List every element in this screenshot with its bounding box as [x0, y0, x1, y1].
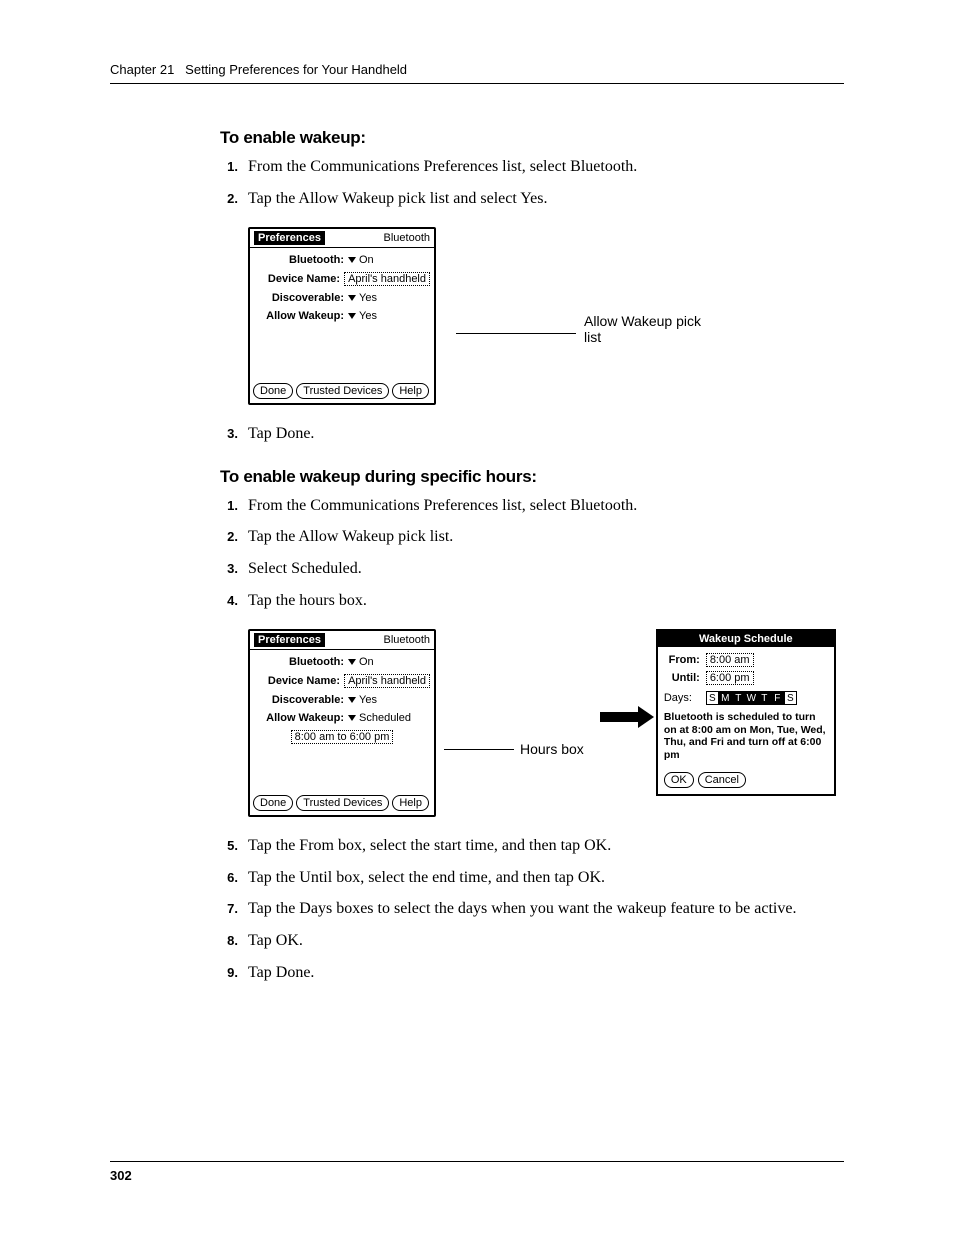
label-device-name: Device Name: — [254, 675, 340, 687]
step-text: From the Communications Preferences list… — [248, 495, 844, 517]
palm-title-tab: Preferences — [254, 231, 325, 245]
field-device-name[interactable]: April's handheld — [344, 674, 430, 688]
step-text: Tap the hours box. — [248, 590, 844, 612]
field-until-time[interactable]: 6:00 pm — [706, 671, 754, 685]
running-header: Chapter 21 Setting Preferences for Your … — [110, 62, 844, 84]
picklist-allow-wakeup[interactable]: Yes — [348, 310, 377, 322]
step-number: 2. — [220, 526, 238, 548]
day-toggle-mon[interactable]: M — [719, 691, 732, 705]
label-discoverable: Discoverable: — [254, 694, 344, 706]
cancel-button[interactable]: Cancel — [698, 772, 746, 788]
step-text: Tap the Allow Wakeup pick list and selec… — [248, 188, 844, 210]
label-from: From: — [664, 654, 700, 666]
step-number: 5. — [220, 835, 238, 857]
palm-screen-preferences-scheduled: Preferences Bluetooth Bluetooth: On Devic… — [248, 629, 436, 817]
help-button[interactable]: Help — [392, 383, 429, 399]
label-allow-wakeup: Allow Wakeup: — [254, 712, 344, 724]
palm-title-category[interactable]: Bluetooth — [384, 634, 430, 646]
step-number: 2. — [220, 188, 238, 210]
step-text: Tap Done. — [248, 423, 844, 445]
schedule-summary-text: Bluetooth is scheduled to turn on at 8:0… — [664, 711, 828, 761]
field-hours-box[interactable]: 8:00 am to 6:00 pm — [291, 730, 394, 744]
step-text: Tap the Allow Wakeup pick list. — [248, 526, 844, 548]
day-toggle-wed[interactable]: W — [745, 691, 758, 705]
days-selector: S M T W T F S — [706, 691, 797, 705]
done-button[interactable]: Done — [253, 383, 293, 399]
step-number: 4. — [220, 590, 238, 612]
day-toggle-fri[interactable]: F — [771, 691, 784, 705]
palm-title-tab: Preferences — [254, 633, 325, 647]
steps-list-1: 1. From the Communications Preferences li… — [220, 156, 844, 209]
label-bluetooth: Bluetooth: — [254, 254, 344, 266]
label-until: Until: — [664, 672, 700, 684]
label-days: Days: — [664, 692, 700, 704]
step-text: Tap Done. — [248, 962, 844, 984]
chevron-down-icon — [348, 659, 356, 665]
palm-screen-preferences: Preferences Bluetooth Bluetooth: On Devic… — [248, 227, 436, 405]
step-number: 9. — [220, 962, 238, 984]
section-heading-enable-wakeup: To enable wakeup: — [220, 128, 844, 148]
label-allow-wakeup: Allow Wakeup: — [254, 310, 344, 322]
steps-list-2b: 5. Tap the From box, select the start tim… — [220, 835, 844, 983]
chevron-down-icon — [348, 697, 356, 703]
step-number: 7. — [220, 898, 238, 920]
step-text: Tap OK. — [248, 930, 844, 952]
callout-allow-wakeup: Allow Wakeup pick list — [584, 313, 704, 345]
steps-list-2: 1. From the Communications Preferences li… — [220, 495, 844, 611]
chevron-down-icon — [348, 313, 356, 319]
figure-bluetooth-prefs-2: Preferences Bluetooth Bluetooth: On Devic… — [248, 629, 844, 817]
chapter-label: Chapter 21 — [110, 62, 174, 77]
done-button[interactable]: Done — [253, 795, 293, 811]
chapter-title: Setting Preferences for Your Handheld — [185, 62, 407, 77]
step-number: 6. — [220, 867, 238, 889]
day-toggle-thu[interactable]: T — [758, 691, 771, 705]
palm-title-category[interactable]: Bluetooth — [384, 232, 430, 244]
picklist-bluetooth[interactable]: On — [348, 254, 374, 266]
picklist-discoverable[interactable]: Yes — [348, 292, 377, 304]
ok-button[interactable]: OK — [664, 772, 694, 788]
callout-leader-line — [456, 333, 576, 334]
step-text: Tap the From box, select the start time,… — [248, 835, 844, 857]
day-toggle-sat[interactable]: S — [784, 691, 797, 705]
picklist-allow-wakeup[interactable]: Scheduled — [348, 712, 411, 724]
callout-leader-line — [444, 749, 514, 750]
chevron-down-icon — [348, 257, 356, 263]
arrow-icon — [592, 629, 648, 727]
step-text: Tap the Days boxes to select the days wh… — [248, 898, 844, 920]
trusted-devices-button[interactable]: Trusted Devices — [296, 383, 389, 399]
day-toggle-tue[interactable]: T — [732, 691, 745, 705]
field-from-time[interactable]: 8:00 am — [706, 653, 754, 667]
steps-list-1b: 3. Tap Done. — [220, 423, 844, 445]
step-number: 3. — [220, 558, 238, 580]
step-text: From the Communications Preferences list… — [248, 156, 844, 178]
dialog-title: Wakeup Schedule — [658, 631, 834, 647]
field-device-name[interactable]: April's handheld — [344, 272, 430, 286]
callout-hours-box: Hours box — [520, 741, 584, 757]
chevron-down-icon — [348, 715, 356, 721]
picklist-bluetooth[interactable]: On — [348, 656, 374, 668]
step-number: 1. — [220, 156, 238, 178]
label-bluetooth: Bluetooth: — [254, 656, 344, 668]
day-toggle-sun[interactable]: S — [706, 691, 719, 705]
chevron-down-icon — [348, 295, 356, 301]
trusted-devices-button[interactable]: Trusted Devices — [296, 795, 389, 811]
label-device-name: Device Name: — [254, 273, 340, 285]
step-text: Tap the Until box, select the end time, … — [248, 867, 844, 889]
step-text: Select Scheduled. — [248, 558, 844, 580]
page-number: 302 — [110, 1161, 844, 1183]
picklist-discoverable[interactable]: Yes — [348, 694, 377, 706]
help-button[interactable]: Help — [392, 795, 429, 811]
step-number: 8. — [220, 930, 238, 952]
label-discoverable: Discoverable: — [254, 292, 344, 304]
dialog-wakeup-schedule: Wakeup Schedule From: 8:00 am Until: 6:00 … — [656, 629, 836, 795]
step-number: 1. — [220, 495, 238, 517]
step-number: 3. — [220, 423, 238, 445]
section-heading-enable-wakeup-scheduled: To enable wakeup during specific hours: — [220, 467, 844, 487]
figure-bluetooth-prefs-1: Preferences Bluetooth Bluetooth: On Devic… — [248, 227, 844, 405]
